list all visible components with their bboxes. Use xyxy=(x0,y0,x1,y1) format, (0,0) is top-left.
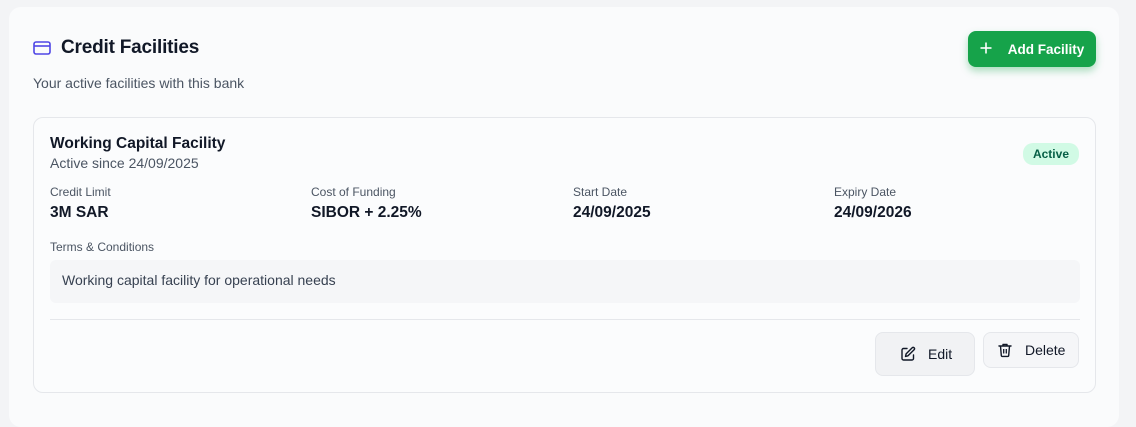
expiry-date-label: Expiry Date xyxy=(834,185,897,199)
start-date-value: 24/09/2025 xyxy=(573,204,651,221)
facility-since: Active since 24/09/2025 xyxy=(50,155,199,171)
cost-of-funding-label: Cost of Funding xyxy=(311,185,396,199)
status-badge: Active xyxy=(1022,143,1079,165)
credit-facilities-panel: Credit Facilities Your active facilities… xyxy=(9,7,1119,427)
credit-limit-field: Credit Limit 3M SAR xyxy=(50,185,111,222)
edit-button[interactable]: Edit xyxy=(875,332,975,376)
delete-button[interactable]: Delete xyxy=(983,332,1079,368)
expiry-date-field: Expiry Date 24/09/2026 xyxy=(834,185,912,222)
add-facility-label: Add Facility xyxy=(1007,41,1085,57)
credit-limit-value: 3M SAR xyxy=(50,204,109,221)
cost-of-funding-value: SIBOR + 2.25% xyxy=(311,204,422,221)
facility-name: Working Capital Facility xyxy=(50,135,226,152)
page-subtitle: Your active facilities with this bank xyxy=(33,75,245,91)
start-date-label: Start Date xyxy=(573,185,628,199)
divider xyxy=(50,319,1080,320)
credit-limit-label: Credit Limit xyxy=(50,185,111,199)
facility-card: Working Capital Facility Active since 24… xyxy=(33,117,1096,393)
edit-icon xyxy=(900,346,916,362)
plus-icon xyxy=(980,39,992,57)
panel-header: Credit Facilities xyxy=(33,37,199,59)
start-date-field: Start Date 24/09/2025 xyxy=(573,185,651,222)
trash-icon xyxy=(997,342,1013,358)
cost-of-funding-field: Cost of Funding SIBOR + 2.25% xyxy=(311,185,422,222)
delete-label: Delete xyxy=(1025,342,1066,358)
terms-text: Working capital facility for operational… xyxy=(50,260,1080,303)
terms-label: Terms & Conditions xyxy=(50,240,155,254)
expiry-date-value: 24/09/2026 xyxy=(834,204,912,221)
page-title: Credit Facilities xyxy=(61,37,200,58)
edit-label: Edit xyxy=(928,346,953,362)
credit-card-icon xyxy=(33,39,51,57)
add-facility-button[interactable]: Add Facility xyxy=(968,31,1096,67)
